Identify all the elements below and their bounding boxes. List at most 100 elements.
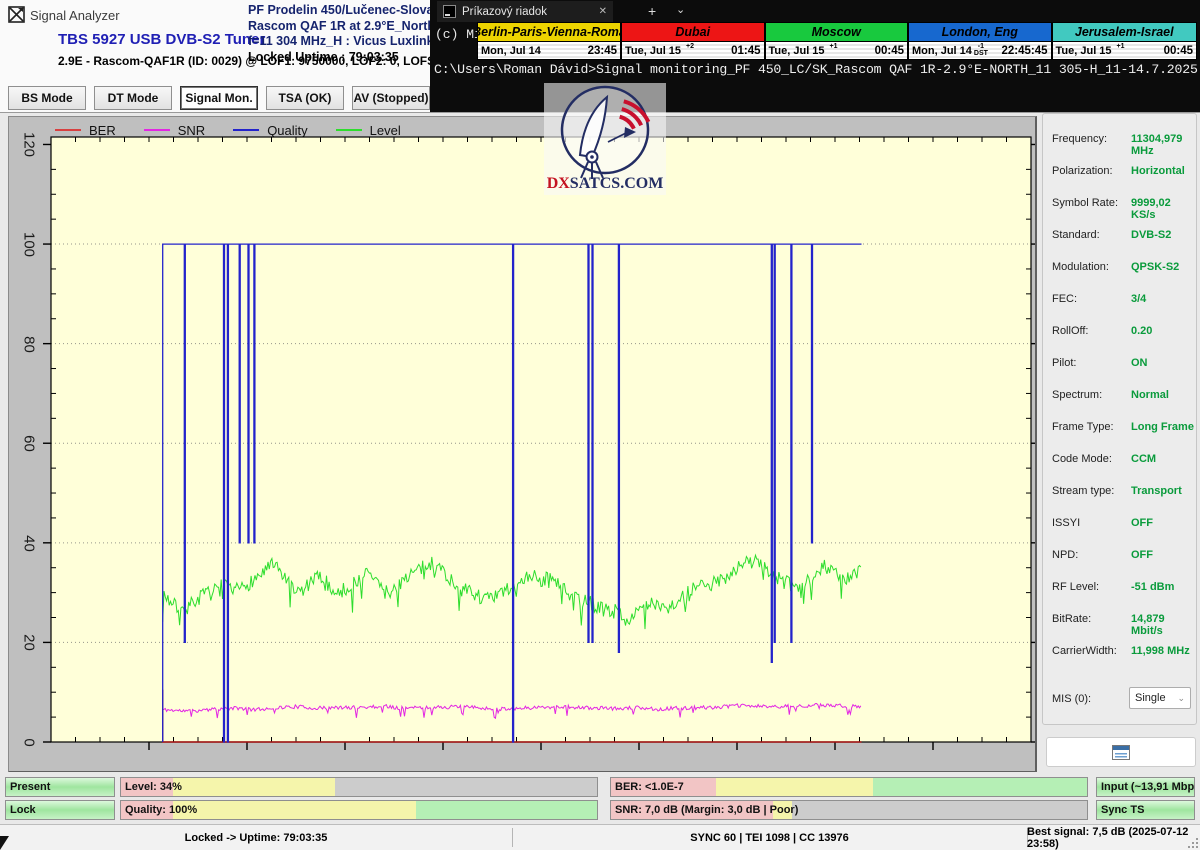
mis-dropdown[interactable]: Single ⌄ — [1129, 687, 1191, 709]
signal-analyzer-app: Signal Analyzer TBS 5927 USB DVB-S2 Tune… — [0, 0, 1200, 850]
mode-toolbar: BS Mode DT Mode Signal Mon. TSA (OK) AV (Sto… — [0, 84, 430, 112]
clock-moscow: MoscowTue, Jul 15+100:45 — [766, 23, 910, 59]
param-label: Frame Type: — [1052, 421, 1114, 433]
window-title: Signal Analyzer — [30, 8, 120, 23]
clock-time: 23:45 — [588, 45, 617, 57]
snr-bar-label: SNR: 7,0 dB (Margin: 3,0 dB | Poor) — [615, 801, 798, 819]
param-label: Stream type: — [1052, 485, 1114, 497]
mis-row: MIS (0):Single⌄ — [1043, 684, 1196, 716]
tab-close-icon[interactable]: ✕ — [599, 6, 607, 17]
y-axis-label: 20 — [22, 621, 37, 665]
param-row: RollOff:0.20 — [1043, 316, 1196, 348]
tab-bs-mode[interactable]: BS Mode — [8, 86, 86, 110]
clock-berlin-paris-vienna-roma: Berlin-Paris-Vienna-RomaMon, Jul 1423:45 — [478, 23, 622, 59]
clock-city-label: Dubai — [622, 23, 764, 42]
bar-segment — [716, 778, 873, 796]
chevron-down-icon: ⌄ — [1177, 693, 1185, 704]
clock-time-row: Tue, Jul 15+201:45 — [622, 42, 764, 59]
param-row: Stream type: Transport — [1043, 476, 1196, 508]
clock-date: Tue, Jul 15 — [625, 45, 681, 57]
param-row: Standard:DVB-S2 — [1043, 220, 1196, 252]
ts-list-button[interactable] — [1046, 737, 1196, 767]
bar-segments — [121, 778, 597, 796]
param-label: ISSYI — [1052, 517, 1080, 529]
console-tabbar: Príkazový riadok ✕ + ⌄ — [430, 0, 1200, 22]
param-row: Frame Type: Long Frame — [1043, 412, 1196, 444]
tab-signal-mon-[interactable]: Signal Mon. — [180, 86, 258, 110]
chart-canvas — [9, 117, 1035, 771]
param-value: OFF — [1131, 517, 1153, 529]
dxsatcs-logo: DXSATCS.COM — [544, 83, 666, 195]
lock-bar: Lock — [5, 800, 115, 820]
param-value: 14,879 Mbit/s — [1131, 613, 1196, 637]
y-axis-label: 80 — [22, 322, 37, 366]
clock-offset-value: +1 — [1117, 43, 1125, 50]
clock-offset-value: +1 — [830, 43, 838, 50]
param-row: ISSYI OFF — [1043, 508, 1196, 540]
param-value: Long Frame — [1131, 421, 1194, 433]
param-row: Modulation: QPSK-S2 — [1043, 252, 1196, 284]
y-axis-label: 120 — [22, 123, 37, 167]
param-value: 11,998 MHz — [1131, 645, 1190, 657]
clock-time: 01:45 — [731, 45, 760, 57]
mouse-cursor — [0, 836, 9, 850]
param-row: FEC:3/4 — [1043, 284, 1196, 316]
tab-av-stopped-[interactable]: AV (Stopped) — [352, 86, 430, 110]
clock-city-label: London, Eng — [909, 23, 1051, 42]
tab-dropdown-icon[interactable]: ⌄ — [676, 3, 685, 16]
bar-segment — [792, 801, 1087, 819]
tab-tsa-ok-[interactable]: TSA (OK) — [266, 86, 344, 110]
param-label: Pilot: — [1052, 357, 1076, 369]
signal-chart: BERSNRQualityLevel 020406080100120 — [8, 116, 1037, 773]
clock-time: 22:45:45 — [1001, 45, 1047, 57]
logo-text: DXSATCS.COM — [547, 175, 664, 192]
param-label: Modulation: — [1052, 261, 1109, 273]
param-value: Transport — [1131, 485, 1182, 497]
param-row: NPD:OFF — [1043, 540, 1196, 572]
sync-ts-bar-label: Sync TS — [1101, 801, 1144, 819]
param-label: Polarization: — [1052, 165, 1113, 177]
param-label: RF Level: — [1052, 581, 1099, 593]
clock-time-row: Mon, Jul 14-1DST 22:45:45 — [909, 42, 1051, 59]
y-axis-label: 40 — [22, 521, 37, 565]
status-bar: Locked -> Uptime: 79:03:35 SYNC 60 | TEI… — [0, 824, 1200, 850]
clock-date: Tue, Jul 15 — [769, 45, 825, 57]
clock-city-label: Jerusalem-Israel — [1053, 23, 1197, 42]
param-row: CarrierWidth:11,998 MHz — [1043, 636, 1196, 668]
param-value: QPSK-S2 — [1131, 261, 1179, 273]
param-value: Normal — [1131, 389, 1169, 401]
app-icon — [8, 6, 25, 23]
bar-segment — [416, 801, 597, 819]
clock-offset: -1DST — [974, 42, 988, 59]
param-label: BitRate: — [1052, 613, 1091, 625]
clock-date: Mon, Jul 14 — [912, 45, 972, 57]
param-value: 3/4 — [1131, 293, 1146, 305]
console-icon — [443, 5, 456, 18]
param-label: Symbol Rate: — [1052, 197, 1118, 209]
quality-bar-label: Quality: 100% — [125, 801, 197, 819]
y-axis-label: 60 — [22, 422, 37, 466]
clock-offset-value: -1 — [978, 43, 984, 50]
param-label: Spectrum: — [1052, 389, 1102, 401]
status-best-signal: Best signal: 7,5 dB (2025-07-12 23:58) — [1027, 825, 1200, 850]
param-value: 11304,979 MHz — [1131, 133, 1196, 157]
console-tab[interactable]: Príkazový riadok ✕ — [437, 1, 613, 22]
tuner-title: TBS 5927 USB DVB-S2 Tuner — [58, 31, 265, 48]
mis-selected-value: Single — [1135, 692, 1166, 704]
param-row: Frequency:11304,979 MHz — [1043, 124, 1196, 156]
present-bar-label: Present — [10, 778, 50, 796]
bar-segment — [335, 778, 597, 796]
param-label: Standard: — [1052, 229, 1100, 241]
tab-dt-mode[interactable]: DT Mode — [94, 86, 172, 110]
param-row: RF Level:-51 dBm — [1043, 572, 1196, 604]
console-prompt-line: C:\Users\Roman Dávid>Signal monitoring_P… — [434, 62, 1198, 77]
annotation-line: PF Prodelin 450/Lučenec-Slovakia — [248, 3, 451, 19]
window-list-icon — [1112, 745, 1130, 760]
resize-grip[interactable] — [1186, 836, 1198, 848]
param-row: Pilot:ON — [1043, 348, 1196, 380]
new-tab-button[interactable]: + — [648, 3, 656, 19]
param-row: BitRate: 14,879 Mbit/s — [1043, 604, 1196, 636]
annotation-line: f=11 304 MHz_H : Vicus Luxlink — [248, 34, 451, 50]
param-value: CCM — [1131, 453, 1156, 465]
annotation-block: PF Prodelin 450/Lučenec-Slovakia Rascom … — [248, 3, 451, 65]
